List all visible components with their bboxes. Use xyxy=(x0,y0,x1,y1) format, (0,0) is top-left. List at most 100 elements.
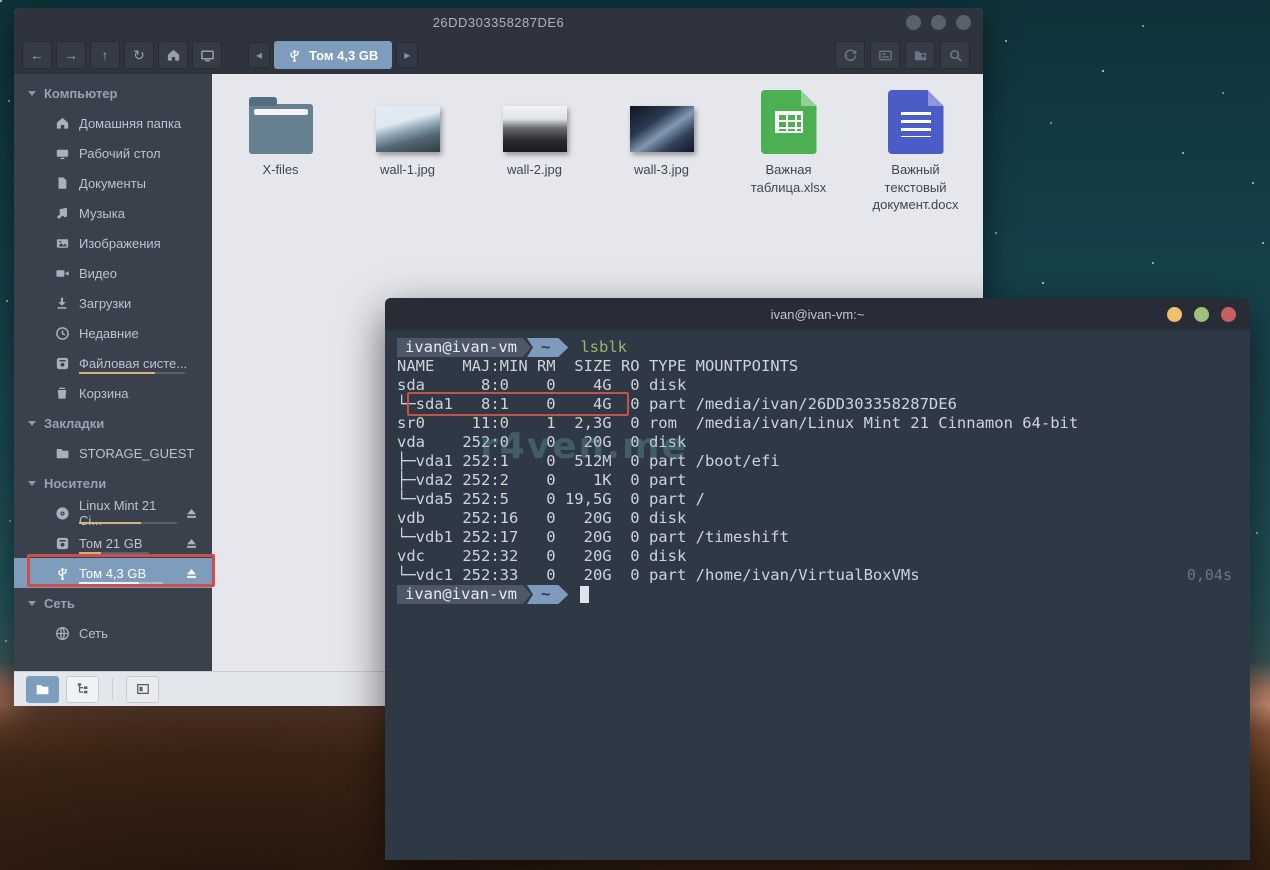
document-icon xyxy=(54,175,70,191)
sidebar-section-devices[interactable]: Носители xyxy=(14,468,212,498)
starfield xyxy=(0,0,2,2)
lsblk-row-vdb: vdb 252:16 0 20G 0 disk xyxy=(397,509,1250,528)
section-label: Носители xyxy=(44,476,106,491)
tab-prev-icon: ◂ xyxy=(256,48,262,62)
drive-icon xyxy=(54,535,70,551)
reload-button[interactable] xyxy=(835,41,865,69)
tab-next-button[interactable]: ▸ xyxy=(396,42,418,68)
text-cursor xyxy=(580,586,589,603)
file-name: wall-1.jpg xyxy=(380,161,435,179)
sidebar-item-linux-mint-cd[interactable]: Linux Mint 21 Ci... xyxy=(14,498,212,528)
sidebar-item-documents[interactable]: Документы xyxy=(14,168,212,198)
icon-view-button[interactable] xyxy=(26,676,59,703)
computer-icon xyxy=(200,48,215,63)
desktop-icon xyxy=(54,145,70,161)
sidebar-item-label: Изображения xyxy=(79,236,161,251)
file-wall-1[interactable]: wall-1.jpg xyxy=(349,84,466,214)
chevron-down-icon xyxy=(28,601,36,606)
terminal-title: ivan@ivan-vm:~ xyxy=(771,307,865,322)
file-xfiles-folder[interactable]: X-files xyxy=(222,84,339,214)
new-folder-button[interactable] xyxy=(905,41,935,69)
network-icon xyxy=(54,625,70,641)
trash-icon xyxy=(54,385,70,401)
sidebar-item-videos[interactable]: Видео xyxy=(14,258,212,288)
computer-button[interactable] xyxy=(192,41,222,69)
prompt-path: ~ xyxy=(527,585,568,604)
maximize-button[interactable] xyxy=(931,15,946,30)
folder-icon xyxy=(54,445,70,461)
folder-icon xyxy=(249,104,313,154)
prompt-path: ~ xyxy=(527,338,568,357)
sidebar-item-label: Сеть xyxy=(79,626,108,641)
sidebar-item-label: STORAGE_GUEST xyxy=(79,446,194,461)
sidebar-item-recent[interactable]: Недавние xyxy=(14,318,212,348)
sidebar-item-label: Корзина xyxy=(79,386,129,401)
panel-toggle-button[interactable] xyxy=(126,676,159,703)
sidebar-item-filesystem[interactable]: Файловая систе... xyxy=(14,348,212,378)
prompt-host: ivan@ivan-vm xyxy=(397,338,531,357)
icon-view-icon xyxy=(35,682,50,697)
terminal-content: ivan@ivan-vm ~ lsblk NAME MAJ:MIN RM SIZ… xyxy=(385,330,1250,604)
file-spreadsheet[interactable]: Важная таблица.xlsx xyxy=(730,84,847,214)
file-manager-toolbar: ← → ↑ ↻ ◂ Том 4,3 GB ▸ xyxy=(14,36,983,74)
document-icon xyxy=(888,90,944,154)
refresh-button[interactable]: ↻ xyxy=(124,41,154,69)
spreadsheet-icon xyxy=(761,90,817,154)
sidebar-item-trash[interactable]: Корзина xyxy=(14,378,212,408)
tree-view-button[interactable] xyxy=(66,676,99,703)
section-label: Компьютер xyxy=(44,86,117,101)
file-name: wall-3.jpg xyxy=(634,161,689,179)
sidebar-item-network[interactable]: Сеть xyxy=(14,618,212,648)
minimize-button[interactable] xyxy=(906,15,921,30)
forward-icon: → xyxy=(64,47,78,63)
sidebar-item-pictures[interactable]: Изображения xyxy=(14,228,212,258)
up-icon: ↑ xyxy=(102,47,109,63)
close-button[interactable] xyxy=(1221,307,1236,322)
new-folder-icon xyxy=(913,48,928,63)
up-button[interactable]: ↑ xyxy=(90,41,120,69)
location-entry-button[interactable] xyxy=(870,41,900,69)
annotation-box-sda1-row xyxy=(407,392,629,416)
lsblk-row-vdc1: └─vdc1 252:33 0 20G 0 part /home/ivan/Vi… xyxy=(397,566,1250,585)
file-document[interactable]: Важный текстовый документ.docx xyxy=(857,84,974,214)
sidebar-section-bookmarks[interactable]: Закладки xyxy=(14,408,212,438)
window-title: 26DD303358287DE6 xyxy=(433,15,565,30)
sidebar-item-music[interactable]: Музыка xyxy=(14,198,212,228)
image-thumbnail xyxy=(376,106,440,152)
downloads-icon xyxy=(54,295,70,311)
sidebar-section-computer[interactable]: Компьютер xyxy=(14,78,212,108)
location-entry-icon xyxy=(878,48,893,63)
file-wall-3[interactable]: wall-3.jpg xyxy=(603,84,720,214)
shell-prompt: ivan@ivan-vm ~ lsblk xyxy=(397,338,1250,357)
filesystem-icon xyxy=(54,355,70,371)
sidebar-item-downloads[interactable]: Загрузки xyxy=(14,288,212,318)
home-button[interactable] xyxy=(158,41,188,69)
toolbar-right-group xyxy=(835,41,975,69)
sidebar-item-label: Файловая систе... xyxy=(79,356,187,371)
file-wall-2[interactable]: wall-2.jpg xyxy=(476,84,593,214)
close-button[interactable] xyxy=(956,15,971,30)
sidebar-item-storage-guest[interactable]: STORAGE_GUEST xyxy=(14,438,212,468)
search-button[interactable] xyxy=(940,41,970,69)
sidebar-item-label: Домашняя папка xyxy=(79,116,181,131)
lsblk-row-vdb1: └─vdb1 252:17 0 20G 0 part /timeshift xyxy=(397,528,1250,547)
tab-volume[interactable]: Том 4,3 GB xyxy=(274,41,392,69)
sidebar-item-desktop[interactable]: Рабочий стол xyxy=(14,138,212,168)
sidebar-item-label: Недавние xyxy=(79,326,139,341)
back-button[interactable]: ← xyxy=(22,41,52,69)
eject-button[interactable] xyxy=(185,537,198,550)
shell-prompt[interactable]: ivan@ivan-vm ~ xyxy=(397,585,1250,604)
tab-next-icon: ▸ xyxy=(404,48,410,62)
eject-button[interactable] xyxy=(185,507,198,520)
sidebar-item-label: Том 21 GB xyxy=(79,536,143,551)
lsblk-row-vda5: └─vda5 252:5 0 19,5G 0 part / xyxy=(397,490,1250,509)
tab-label: Том 4,3 GB xyxy=(309,48,378,63)
tab-prev-button[interactable]: ◂ xyxy=(248,42,270,68)
sidebar-section-network[interactable]: Сеть xyxy=(14,588,212,618)
minimize-button[interactable] xyxy=(1167,307,1182,322)
sidebar-item-home[interactable]: Домашняя папка xyxy=(14,108,212,138)
maximize-button[interactable] xyxy=(1194,307,1209,322)
forward-button[interactable]: → xyxy=(56,41,86,69)
window-controls xyxy=(906,8,971,36)
reload-icon xyxy=(843,48,858,63)
